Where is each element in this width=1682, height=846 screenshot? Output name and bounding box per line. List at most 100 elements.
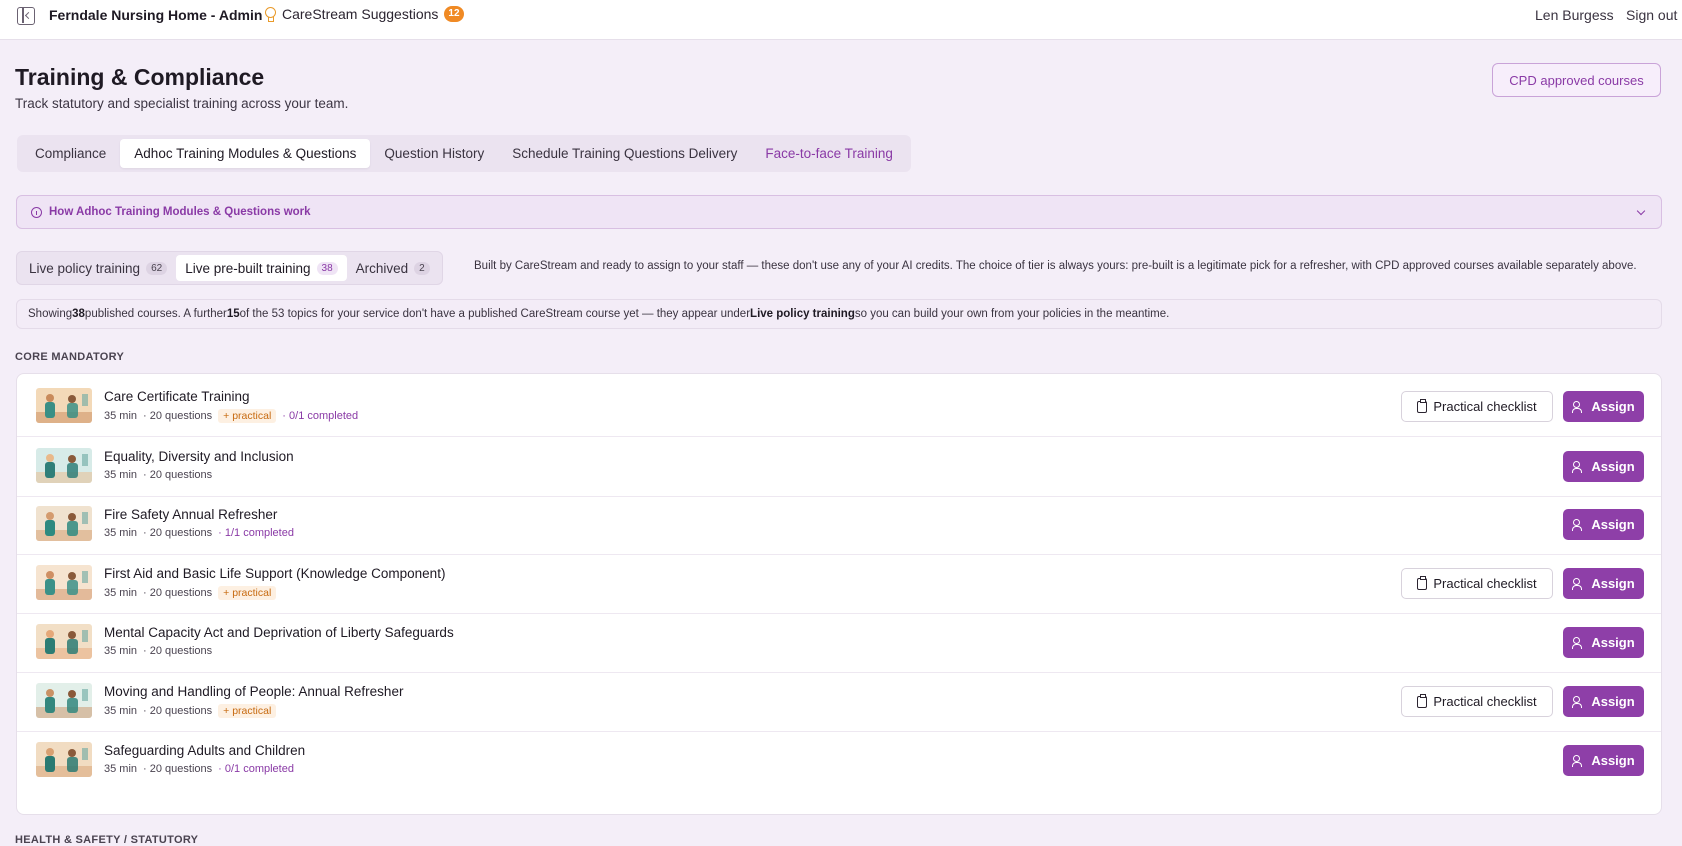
suggestions-label: CareStream Suggestions bbox=[282, 6, 439, 22]
course-thumbnail bbox=[36, 448, 92, 483]
assign-button[interactable]: Assign bbox=[1563, 745, 1644, 776]
practical-checklist-button[interactable]: Practical checklist bbox=[1401, 568, 1553, 599]
tab-face-to-face[interactable]: Face-to-face Training bbox=[751, 139, 907, 168]
course-thumbnail bbox=[36, 565, 92, 600]
summary-text: published courses. A further bbox=[84, 308, 227, 320]
course-question-count: · 20 questions bbox=[143, 763, 213, 775]
practical-checklist-button[interactable]: Practical checklist bbox=[1401, 391, 1553, 422]
users-icon bbox=[1572, 755, 1585, 767]
course-duration: 35 min bbox=[104, 705, 138, 717]
user-name[interactable]: Len Burgess bbox=[1535, 7, 1614, 23]
practical-badge: + practical bbox=[218, 586, 277, 600]
assign-label: Assign bbox=[1591, 576, 1635, 591]
sidebar-toggle-icon[interactable] bbox=[17, 7, 35, 25]
suggestions-count-badge: 12 bbox=[444, 6, 464, 22]
sign-out-link[interactable]: Sign out bbox=[1626, 7, 1677, 23]
course-question-count: · 20 questions bbox=[143, 410, 213, 422]
page-subtitle: Track statutory and specialist training … bbox=[15, 96, 349, 111]
checklist-label: Practical checklist bbox=[1433, 399, 1537, 414]
course-row[interactable]: First Aid and Basic Life Support (Knowle… bbox=[17, 551, 1661, 614]
course-duration: 35 min bbox=[104, 469, 138, 481]
users-icon bbox=[1572, 696, 1585, 708]
course-meta: 35 min · 20 questions bbox=[104, 645, 212, 657]
checklist-label: Practical checklist bbox=[1433, 576, 1537, 591]
course-subtabs: Live policy training 62 Live pre-built t… bbox=[16, 251, 443, 285]
course-question-count: · 20 questions bbox=[143, 469, 213, 481]
subtab-count-badge: 2 bbox=[414, 261, 430, 275]
tab-compliance[interactable]: Compliance bbox=[21, 139, 120, 168]
course-meta: 35 min · 20 questions bbox=[104, 469, 212, 481]
summary-text: so you can build your own from your poli… bbox=[854, 308, 1170, 320]
course-row[interactable]: Mental Capacity Act and Deprivation of L… bbox=[17, 610, 1661, 673]
subtab-live-prebuilt[interactable]: Live pre-built training 38 bbox=[176, 255, 347, 281]
course-question-count: · 20 questions bbox=[143, 705, 213, 717]
users-icon bbox=[1572, 637, 1585, 649]
completion-status: · 0/1 completed bbox=[218, 763, 294, 775]
tab-schedule-delivery[interactable]: Schedule Training Questions Delivery bbox=[498, 139, 751, 168]
course-row[interactable]: Safeguarding Adults and Children 35 min · … bbox=[17, 728, 1661, 791]
how-it-works-label: How Adhoc Training Modules & Questions w… bbox=[49, 206, 311, 218]
subtab-label: Live pre-built training bbox=[185, 260, 311, 276]
assign-button[interactable]: Assign bbox=[1563, 686, 1644, 717]
showing-summary: Showing ​38 published courses. A further… bbox=[16, 299, 1662, 329]
assign-button[interactable]: Assign bbox=[1563, 627, 1644, 658]
clipboard-icon bbox=[1417, 398, 1428, 413]
page-title: Training & Compliance bbox=[15, 64, 265, 90]
live-policy-link[interactable]: Live policy training bbox=[750, 308, 855, 320]
course-thumbnail bbox=[36, 683, 92, 718]
subtab-live-policy[interactable]: Live policy training 62 bbox=[20, 255, 176, 281]
practical-badge: + practical bbox=[218, 409, 277, 423]
course-title[interactable]: Mental Capacity Act and Deprivation of L… bbox=[104, 625, 454, 640]
completion-status: · 0/1 completed bbox=[282, 410, 359, 422]
assign-label: Assign bbox=[1591, 635, 1635, 650]
assign-button[interactable]: Assign bbox=[1563, 509, 1644, 540]
course-meta: 35 min · 20 questions · 0/1 completed bbox=[104, 763, 294, 775]
assign-button[interactable]: Assign bbox=[1563, 568, 1644, 599]
top-bar: Ferndale Nursing Home - Admin CareStream… bbox=[0, 0, 1682, 40]
course-question-count: · 20 questions bbox=[143, 527, 213, 539]
assign-label: Assign bbox=[1591, 459, 1635, 474]
assign-label: Assign bbox=[1591, 517, 1635, 532]
course-question-count: · 20 questions bbox=[143, 645, 213, 657]
subtab-label: Live policy training bbox=[29, 260, 141, 276]
course-title[interactable]: Moving and Handling of People: Annual Re… bbox=[104, 684, 403, 699]
missing-count: 15 bbox=[226, 308, 240, 320]
course-duration: 35 min bbox=[104, 587, 138, 599]
course-title[interactable]: Equality, Diversity and Inclusion bbox=[104, 449, 294, 464]
users-icon bbox=[1572, 401, 1585, 413]
section-heading-next: HEALTH & SAFETY / STATUTORY bbox=[15, 834, 199, 846]
users-icon bbox=[1572, 461, 1585, 473]
course-duration: 35 min bbox=[104, 527, 138, 539]
clipboard-icon bbox=[1417, 575, 1428, 590]
tab-adhoc-training[interactable]: Adhoc Training Modules & Questions bbox=[120, 139, 371, 168]
course-title[interactable]: Safeguarding Adults and Children bbox=[104, 743, 305, 758]
course-row[interactable]: Equality, Diversity and Inclusion 35 min ·… bbox=[17, 434, 1661, 497]
assign-button[interactable]: Assign bbox=[1563, 391, 1644, 422]
checklist-label: Practical checklist bbox=[1433, 694, 1537, 709]
subtab-archived[interactable]: Archived 2 bbox=[347, 255, 439, 281]
prebuilt-description: Built by CareStream and ready to assign … bbox=[474, 260, 1637, 272]
cpd-courses-button[interactable]: CPD approved courses bbox=[1492, 63, 1661, 97]
assign-button[interactable]: Assign bbox=[1563, 451, 1644, 482]
course-list: Care Certificate Training 35 min · 20 ques… bbox=[16, 373, 1662, 815]
course-title[interactable]: First Aid and Basic Life Support (Knowle… bbox=[104, 566, 445, 581]
course-title[interactable]: Care Certificate Training bbox=[104, 389, 250, 404]
course-thumbnail bbox=[36, 742, 92, 777]
tab-question-history[interactable]: Question History bbox=[370, 139, 498, 168]
course-question-count: · 20 questions bbox=[143, 587, 213, 599]
course-title[interactable]: Fire Safety Annual Refresher bbox=[104, 507, 277, 522]
practical-checklist-button[interactable]: Practical checklist bbox=[1401, 686, 1553, 717]
course-duration: 35 min bbox=[104, 410, 138, 422]
suggestions-link[interactable]: CareStream Suggestions 12 bbox=[264, 6, 464, 22]
users-icon bbox=[1572, 578, 1585, 590]
completion-status: · 1/1 completed bbox=[218, 527, 294, 539]
course-meta: 35 min · 20 questions + practical bbox=[104, 586, 277, 600]
subtab-count-badge: 38 bbox=[316, 261, 338, 275]
summary-text: of the 53 topics for your service don't … bbox=[239, 308, 751, 320]
how-it-works-accordion[interactable]: How Adhoc Training Modules & Questions w… bbox=[16, 195, 1662, 229]
subtab-label: Archived bbox=[355, 260, 409, 276]
summary-text: Showing bbox=[28, 308, 73, 320]
course-row[interactable]: Fire Safety Annual Refresher 35 min · 20 q… bbox=[17, 492, 1661, 555]
course-row[interactable]: Care Certificate Training 35 min · 20 ques… bbox=[17, 374, 1661, 437]
course-row[interactable]: Moving and Handling of People: Annual Re… bbox=[17, 669, 1661, 732]
